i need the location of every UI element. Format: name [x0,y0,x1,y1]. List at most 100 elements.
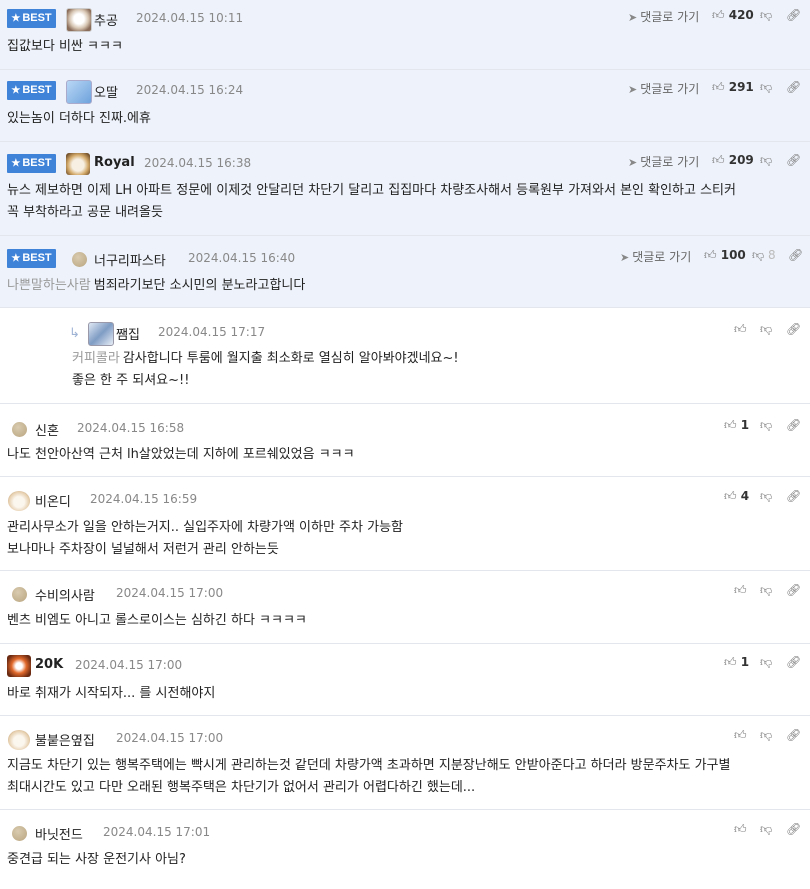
like-button[interactable]: 👍︎ 209 [712,153,754,168]
nickname[interactable]: 너구리파스타 [94,250,166,269]
mention-tag[interactable]: 나쁜말하는사람 [7,278,91,293]
nickname[interactable]: Royal [94,155,135,170]
dislike-button[interactable]: 👎︎ [760,418,772,433]
nickname[interactable]: 수비의사람 [35,585,95,604]
like-button[interactable]: 👍︎ 420 [712,8,754,23]
link-icon: 🔗︎ [786,822,802,836]
like-button[interactable]: 👍︎ 100 [704,248,746,263]
comment-line: 최대시간도 있고 다만 오래된 행복주택은 차단기가 없어서 관리가 어렵다하긴… [7,780,476,795]
best-badge: ★ BEST [7,81,56,100]
avatar[interactable] [8,730,30,750]
send-icon: ➤ [620,251,630,264]
dislike-button[interactable]: 👎︎ [760,489,772,504]
reply-link-label: 댓글로 가기 [632,250,692,264]
go-to-reply-link[interactable]: ➤ 댓글로 가기 [628,8,699,25]
nickname[interactable]: 바닛전드 [35,824,83,843]
nickname[interactable]: 비온디 [35,491,71,510]
dislike-button[interactable]: 👎︎ [760,655,772,670]
thumbs-down-icon: 👎︎ [760,655,773,669]
comment-date: 2024.04.15 17:00 [75,658,183,672]
comment-text: 있는놈이 더하다 진짜.에휴 [7,111,151,126]
best-label: BEST [22,157,52,169]
avatar[interactable] [12,422,27,437]
nickname[interactable]: 신혼 [35,420,59,439]
star-icon: ★ [11,13,21,24]
star-icon: ★ [11,85,21,96]
comment-item: 수비의사람 2024.04.15 17:00 👍︎ 👎︎ 🔗︎ 벤츠 비엠도 아… [0,571,810,644]
like-count: 100 [720,248,746,262]
nickname[interactable]: 불붙은옆집 [35,730,95,749]
thumbs-up-icon: 👍︎ [712,80,725,94]
avatar[interactable] [72,252,87,267]
mention-tag[interactable]: 커피콜라 [72,351,120,366]
nickname[interactable]: 추공 [94,10,118,29]
reply-link-label: 댓글로 가기 [640,10,700,24]
comment-line: 지금도 차단기 있는 행복주택에는 빡시게 관리하는것 같던데 차량가액 초과하… [7,758,731,773]
comment-item: 바닛전드 2024.04.15 17:01 👍︎ 👎︎ 🔗︎ 중견급 되는 사장… [0,810,810,880]
thumbs-up-icon: 👍︎ [724,418,737,432]
like-count: 420 [728,8,754,22]
comment-item: ★ BEST 너구리파스타 2024.04.15 16:40 ➤ 댓글로 가기 👍︎… [0,236,810,308]
thumbs-up-icon: 👍︎ [724,489,737,503]
dislike-button[interactable]: 👎︎ 8 [752,248,776,263]
avatar[interactable] [88,322,114,346]
share-button[interactable]: 🔗︎ [786,728,801,742]
dislike-button[interactable]: 👎︎ [760,8,772,23]
comment-item: 신혼 2024.04.15 16:58 👍︎ 1 👎︎ 🔗︎ 나도 천안아산역 … [0,404,810,477]
comment-date: 2024.04.15 17:17 [158,325,266,339]
avatar[interactable] [8,491,30,511]
dislike-button[interactable]: 👎︎ [760,728,772,743]
like-button[interactable]: 👍︎ [734,583,747,598]
share-button[interactable]: 🔗︎ [786,153,801,167]
share-button[interactable]: 🔗︎ [786,418,801,432]
avatar[interactable] [12,826,27,841]
share-button[interactable]: 🔗︎ [786,8,801,22]
best-badge: ★ BEST [7,154,56,173]
comment-text: 나쁜말하는사람 범죄라기보단 소시민의 분노라고합니다 [7,275,305,297]
dislike-button[interactable]: 👎︎ [760,80,772,95]
like-button[interactable]: 👍︎ [734,728,747,743]
reply-comment-item: ↳ 쨈집 2024.04.15 17:17 👍︎ 👎︎ 🔗︎ 커피콜라 감사합니다… [0,308,810,404]
dislike-button[interactable]: 👎︎ [760,322,772,337]
like-button[interactable]: 👍︎ 1 [724,418,749,433]
dislike-button[interactable]: 👎︎ [760,822,772,837]
dislike-button[interactable]: 👎︎ [760,583,772,598]
nickname[interactable]: 20K [35,657,63,672]
thumbs-up-icon: 👍︎ [734,322,747,336]
share-button[interactable]: 🔗︎ [786,655,801,669]
comment-date: 2024.04.15 16:24 [136,83,244,97]
nickname[interactable]: 오딸 [94,82,118,101]
like-button[interactable]: 👍︎ [734,322,747,337]
avatar[interactable] [7,655,31,677]
like-button[interactable]: 👍︎ 291 [712,80,754,95]
avatar[interactable] [66,153,90,175]
share-button[interactable]: 🔗︎ [786,322,801,336]
thumbs-down-icon: 👎︎ [752,248,765,262]
link-icon: 🔗︎ [786,80,802,94]
link-icon: 🔗︎ [786,728,802,742]
share-button[interactable]: 🔗︎ [786,80,801,94]
comment-line: 감사합니다 투룸에 월지출 최소화로 열심히 알아봐야겠네요~! [122,351,459,366]
go-to-reply-link[interactable]: ➤ 댓글로 가기 [628,80,699,97]
go-to-reply-link[interactable]: ➤ 댓글로 가기 [620,248,691,265]
thumbs-up-icon: 👍︎ [712,8,725,22]
thumbs-down-icon: 👎︎ [760,728,773,742]
share-button[interactable]: 🔗︎ [788,248,803,262]
like-button[interactable]: 👍︎ 4 [724,489,749,504]
share-button[interactable]: 🔗︎ [786,583,801,597]
avatar[interactable] [12,587,27,602]
star-icon: ★ [11,253,21,264]
like-button[interactable]: 👍︎ [734,822,747,837]
go-to-reply-link[interactable]: ➤ 댓글로 가기 [628,153,699,170]
share-button[interactable]: 🔗︎ [786,822,801,836]
best-label: BEST [22,12,52,24]
like-button[interactable]: 👍︎ 1 [724,655,749,670]
comment-date: 2024.04.15 16:40 [188,251,296,265]
comment-list: ★ BEST 추공 2024.04.15 10:11 ➤ 댓글로 가기 👍︎ 420… [0,0,810,880]
avatar[interactable] [66,8,92,32]
avatar[interactable] [66,80,92,104]
nickname[interactable]: 쨈집 [116,324,140,343]
link-icon: 🔗︎ [786,8,802,22]
dislike-button[interactable]: 👎︎ [760,153,772,168]
share-button[interactable]: 🔗︎ [786,489,801,503]
